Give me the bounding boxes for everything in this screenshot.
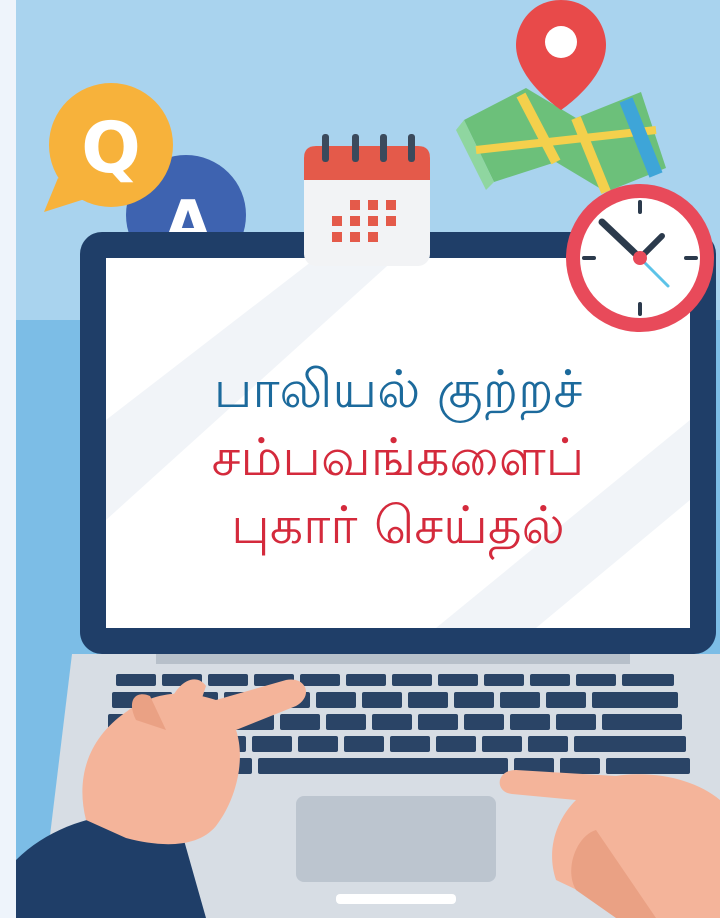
q-letter: Q [81, 107, 141, 189]
trackpad [296, 796, 496, 882]
calendar-icon [304, 134, 430, 266]
clock-icon [566, 184, 714, 332]
headline: பாலியல் குற்றச் சம்பவங்களைப் புகார் செய்… [106, 356, 690, 560]
headline-line-2: சம்பவங்களைப் [211, 428, 585, 488]
hero-illustration: Q A பாலியல் குற்றச் சம்பவங்களைப் புகார் … [16, 0, 720, 918]
headline-line-3: புகார் செய்தல் [231, 496, 565, 556]
headline-line-1: பாலியல் குற்றச் [213, 360, 583, 420]
